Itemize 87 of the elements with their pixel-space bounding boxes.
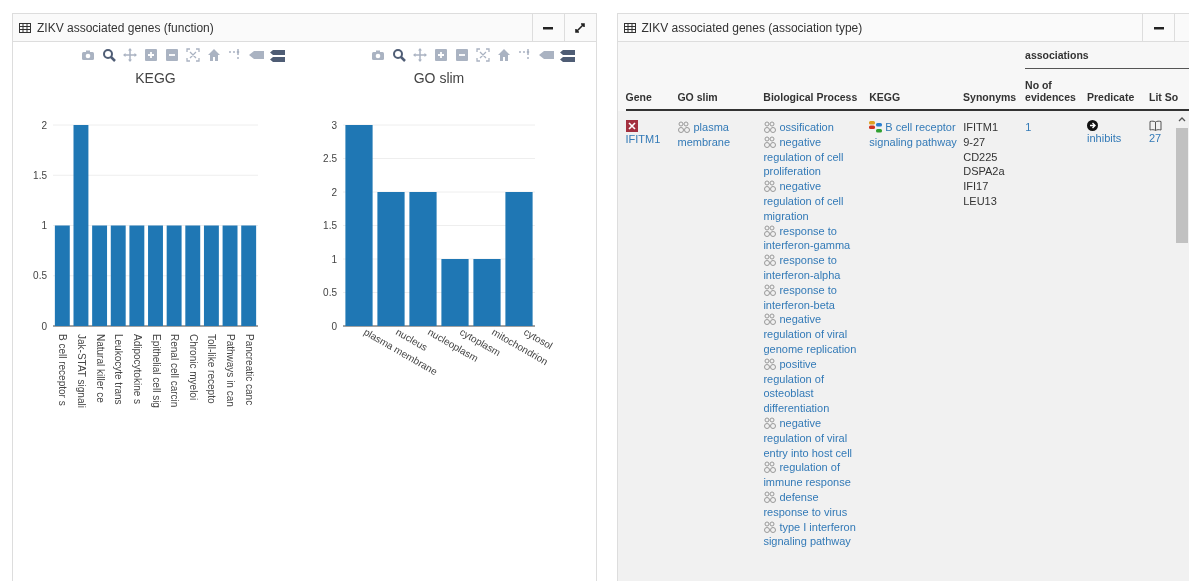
source-link[interactable]: 27	[1149, 131, 1162, 146]
predicate-link[interactable]: inhibits	[1087, 131, 1122, 146]
axis-label: Toll-like recepto	[206, 334, 218, 404]
synonym: CD225	[963, 149, 998, 165]
cluster-icon	[763, 357, 778, 370]
synonym: LEU13	[963, 194, 997, 209]
axis-label: Chronic myeloi	[187, 334, 199, 401]
scroll-up-icon[interactable]	[1178, 116, 1186, 122]
cluster-icon	[763, 490, 778, 503]
zoom-out-icon[interactable]	[165, 48, 180, 62]
autoscale-icon[interactable]	[476, 48, 491, 62]
column-header[interactable]: No of evidences	[1025, 68, 1087, 110]
synonym: IFI17	[963, 179, 989, 194]
camera-icon[interactable]	[81, 48, 96, 62]
panel-title: ZIKV associated genes (association type)	[641, 20, 864, 35]
zoom-in-icon[interactable]	[144, 48, 159, 62]
pan-icon[interactable]	[123, 48, 138, 62]
cluster-icon	[763, 520, 778, 533]
axis-tick-label: 2	[331, 186, 337, 198]
synonym: DSPA2a	[963, 164, 1005, 180]
axis-tick-label: 0.5	[323, 287, 337, 298]
cluster-icon	[763, 224, 778, 237]
axis-label: Pathways in can	[225, 334, 237, 407]
bar	[441, 259, 469, 326]
cluster-icon	[763, 180, 778, 193]
cluster-icon	[763, 135, 778, 148]
axis-tick-label: 1	[331, 253, 337, 265]
axis-tick-label: 1	[41, 220, 47, 231]
axis-label: Renal cell carcin	[169, 334, 181, 408]
axis-tick-label: 3	[331, 119, 337, 131]
axis-tick-label: 1.5	[33, 169, 47, 181]
go-term-link[interactable]: plasma membrane	[677, 120, 758, 150]
expand-icon	[575, 22, 585, 33]
cluster-icon	[763, 313, 778, 326]
chart-title: GO slim	[413, 70, 465, 86]
axis-label: B cell receptor s	[57, 334, 69, 406]
cluster-icon	[763, 254, 778, 267]
axis-label: Natural killer ce	[94, 334, 106, 403]
axis-tick-label: 1.5	[323, 220, 337, 231]
tag-icon[interactable]	[539, 48, 554, 62]
column-header[interactable]: Synonyms	[963, 68, 1026, 110]
pathway-link[interactable]: B cell receptor signaling pathway	[869, 120, 958, 150]
axis-label: Adipocytokine s	[131, 334, 143, 405]
go-term-link[interactable]: ossification	[763, 120, 864, 135]
axis-label: Epithelial cell sig	[150, 334, 162, 408]
axis-tick-label: 0.5	[33, 270, 47, 282]
zoom-icon[interactable]	[392, 48, 407, 62]
pathway-icon	[869, 121, 884, 133]
cluster-icon	[763, 416, 778, 429]
tag-icon[interactable]	[249, 48, 264, 62]
autoscale-icon[interactable]	[186, 48, 201, 62]
panel-title: ZIKV associated genes (function)	[37, 20, 215, 35]
column-header[interactable]: Predicate	[1087, 68, 1149, 110]
table-icon	[19, 22, 31, 33]
zoom-out-icon[interactable]	[455, 48, 470, 62]
table-icon	[623, 22, 636, 33]
compare-icon[interactable]	[270, 48, 285, 62]
gene-link[interactable]: IFITM1	[625, 132, 661, 147]
home-icon[interactable]	[207, 48, 222, 62]
home-icon[interactable]	[497, 48, 512, 62]
axis-label: Leukocyte trans	[113, 334, 125, 405]
synonym: 9-27	[963, 134, 986, 150]
chart-title: KEGG	[135, 70, 176, 86]
synonym: IFITM1	[963, 120, 999, 135]
arrow-circle-icon	[1087, 120, 1099, 131]
cluster-icon	[677, 121, 692, 133]
book-icon	[1149, 120, 1162, 131]
column-header[interactable]: Lit So	[1149, 68, 1189, 110]
go-term-link[interactable]: type I interferon signaling pathway	[763, 519, 864, 550]
cluster-icon	[763, 461, 778, 474]
axis-tick-label: 2.5	[323, 153, 337, 164]
evidence-count-link[interactable]: 1	[1025, 121, 1032, 133]
cluster-icon	[763, 283, 778, 296]
camera-icon[interactable]	[371, 48, 386, 62]
axis-tick-label: 2	[41, 119, 47, 131]
axis-label: Pancreatic canc	[243, 334, 255, 406]
cluster-icon	[763, 121, 778, 133]
axis-label: Jak-STAT signali	[75, 334, 87, 408]
scrollbar-thumb[interactable]	[1176, 128, 1188, 243]
pan-icon[interactable]	[413, 48, 428, 62]
axis-tick-label: 0	[41, 320, 47, 332]
zoom-icon[interactable]	[102, 48, 117, 62]
zoom-in-icon[interactable]	[434, 48, 449, 62]
gene-icon	[625, 120, 638, 132]
compare-icon[interactable]	[560, 48, 575, 62]
axis-tick-label: 0	[331, 320, 337, 332]
bar	[473, 259, 501, 326]
